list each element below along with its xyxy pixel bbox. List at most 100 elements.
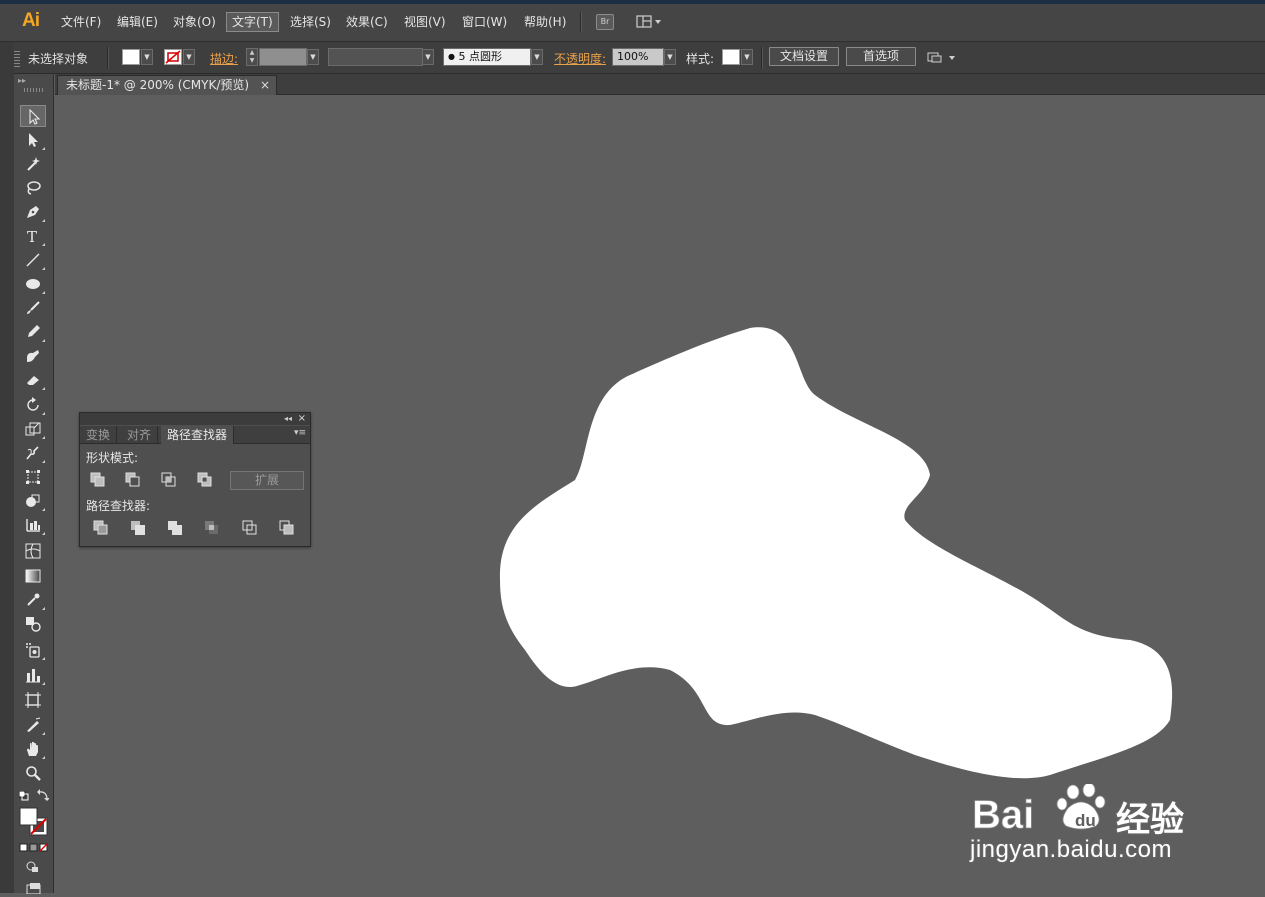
- minus-front-icon: [125, 472, 140, 487]
- svg-text:Bai: Bai: [972, 793, 1034, 834]
- divide-button[interactable]: [93, 520, 109, 536]
- stroke-weight-spinner[interactable]: ▲ ▼: [246, 48, 258, 66]
- collapse-panel-icon[interactable]: ◂◂: [284, 413, 292, 425]
- shape-builder-tool[interactable]: [20, 490, 46, 512]
- ellipse-tool[interactable]: [20, 273, 46, 295]
- panel-titlebar[interactable]: ◂◂ ×: [80, 413, 310, 425]
- default-fill-stroke-button[interactable]: [18, 790, 29, 801]
- symbol-sprayer-tool[interactable]: [20, 639, 46, 661]
- document-tab[interactable]: 未标题-1* @ 200% (CMYK/预览) ×: [57, 75, 277, 95]
- fill-stroke-widget[interactable]: [19, 807, 49, 837]
- menu-select[interactable]: 选择(S): [285, 12, 336, 32]
- tools-grip[interactable]: [24, 88, 44, 92]
- lasso-tool[interactable]: [20, 177, 46, 199]
- warp-tool[interactable]: [20, 442, 46, 464]
- collapse-tools-icon[interactable]: ▸▸: [18, 76, 26, 85]
- slice-tool[interactable]: [20, 714, 46, 736]
- brush-definition-field[interactable]: ● 5 点圆形: [443, 48, 531, 66]
- left-dock-strip: [0, 42, 14, 893]
- pen-tool[interactable]: [20, 201, 46, 223]
- blob-brush-tool[interactable]: [20, 345, 46, 367]
- selection-tool[interactable]: [20, 105, 46, 127]
- eraser-tool-icon: [27, 376, 39, 385]
- expand-button[interactable]: 扩展: [230, 471, 304, 490]
- opacity-field[interactable]: 100%: [612, 48, 664, 66]
- menu-file[interactable]: 文件(F): [56, 12, 106, 32]
- blend-tool[interactable]: [20, 613, 46, 635]
- fill-dropdown[interactable]: ▼: [141, 49, 153, 65]
- direct-selection-tool[interactable]: [20, 129, 46, 151]
- screen-mode-button[interactable]: [26, 882, 42, 895]
- tab-transform[interactable]: 变换: [80, 426, 118, 444]
- menu-help[interactable]: 帮助(H): [519, 12, 571, 32]
- outline-button[interactable]: [242, 520, 258, 536]
- panel-menu-icon[interactable]: ▾≡: [294, 428, 306, 438]
- opacity-dropdown[interactable]: ▼: [664, 49, 676, 65]
- outline-icon: [242, 520, 257, 535]
- preferences-button[interactable]: 首选项: [846, 47, 916, 66]
- minus-front-button[interactable]: [125, 472, 141, 488]
- stroke-weight-field[interactable]: [259, 48, 307, 66]
- perspective-grid-tool[interactable]: [20, 514, 46, 536]
- tab-pathfinder[interactable]: 路径查找器: [161, 426, 235, 444]
- opacity-link[interactable]: 不透明度:: [554, 50, 606, 67]
- eraser-tool[interactable]: [20, 369, 46, 391]
- close-panel-icon[interactable]: ×: [298, 412, 306, 425]
- menu-object[interactable]: 对象(O): [168, 12, 221, 32]
- document-setup-button[interactable]: 文档设置: [769, 47, 839, 66]
- crop-button[interactable]: [204, 520, 220, 536]
- close-document-icon[interactable]: ×: [260, 76, 270, 94]
- bridge-button[interactable]: Br: [596, 14, 614, 30]
- graphic-style-dropdown[interactable]: ▼: [741, 49, 753, 65]
- control-bar-grip[interactable]: [14, 49, 20, 67]
- ellipse-tool-icon: [26, 279, 40, 289]
- minus-back-button[interactable]: [279, 520, 295, 536]
- svg-text:T: T: [27, 228, 37, 244]
- zoom-tool[interactable]: [20, 762, 46, 784]
- merge-button[interactable]: [167, 520, 183, 536]
- hand-tool[interactable]: [20, 738, 46, 760]
- scale-tool-icon: [25, 422, 41, 436]
- menu-view[interactable]: 视图(V): [399, 12, 451, 32]
- menu-effect[interactable]: 效果(C): [341, 12, 393, 32]
- graphic-style-swatch[interactable]: [722, 49, 740, 65]
- divide-icon: [93, 520, 108, 535]
- column-graph-tool[interactable]: [20, 664, 46, 686]
- eyedropper-tool[interactable]: [20, 589, 46, 611]
- menu-window[interactable]: 窗口(W): [457, 12, 512, 32]
- stroke-link[interactable]: 描边:: [210, 50, 238, 67]
- variable-width-profile[interactable]: [328, 48, 423, 66]
- line-tool[interactable]: [20, 249, 46, 271]
- brush-dropdown[interactable]: ▼: [531, 49, 543, 65]
- intersect-button[interactable]: [161, 472, 177, 488]
- profile-dropdown[interactable]: ▼: [422, 49, 434, 65]
- magic-wand-tool[interactable]: [20, 153, 46, 175]
- fill-stroke-icon: [19, 807, 48, 836]
- lasso-tool-icon: [27, 181, 41, 195]
- rotate-tool[interactable]: [20, 394, 46, 416]
- paintbrush-tool[interactable]: [20, 297, 46, 319]
- stroke-swatch[interactable]: [164, 49, 182, 65]
- exclude-button[interactable]: [197, 472, 213, 488]
- color-mode-buttons[interactable]: [19, 842, 49, 852]
- type-tool[interactable]: T: [20, 225, 46, 247]
- brush-label: 5 点圆形: [458, 50, 502, 63]
- mesh-tool[interactable]: [20, 540, 46, 562]
- menu-edit[interactable]: 编辑(E): [112, 12, 163, 32]
- fill-swatch[interactable]: [122, 49, 140, 65]
- stroke-weight-dropdown[interactable]: ▼: [307, 49, 319, 65]
- drawing-mode-button[interactable]: [26, 861, 40, 873]
- free-transform-tool[interactable]: [20, 466, 46, 488]
- gradient-tool[interactable]: [20, 565, 46, 587]
- tab-align[interactable]: 对齐: [121, 426, 159, 444]
- unite-button[interactable]: [90, 472, 106, 488]
- stroke-dropdown[interactable]: ▼: [183, 49, 195, 65]
- pencil-tool[interactable]: [20, 321, 46, 343]
- trim-button[interactable]: [130, 520, 146, 536]
- artboard-tool[interactable]: [20, 689, 46, 711]
- arrange-documents-button[interactable]: [926, 49, 960, 67]
- menu-type[interactable]: 文字(T): [226, 12, 279, 32]
- workspace-switcher[interactable]: [636, 14, 664, 30]
- scale-tool[interactable]: [20, 418, 46, 440]
- swap-fill-stroke-button[interactable]: [37, 789, 50, 801]
